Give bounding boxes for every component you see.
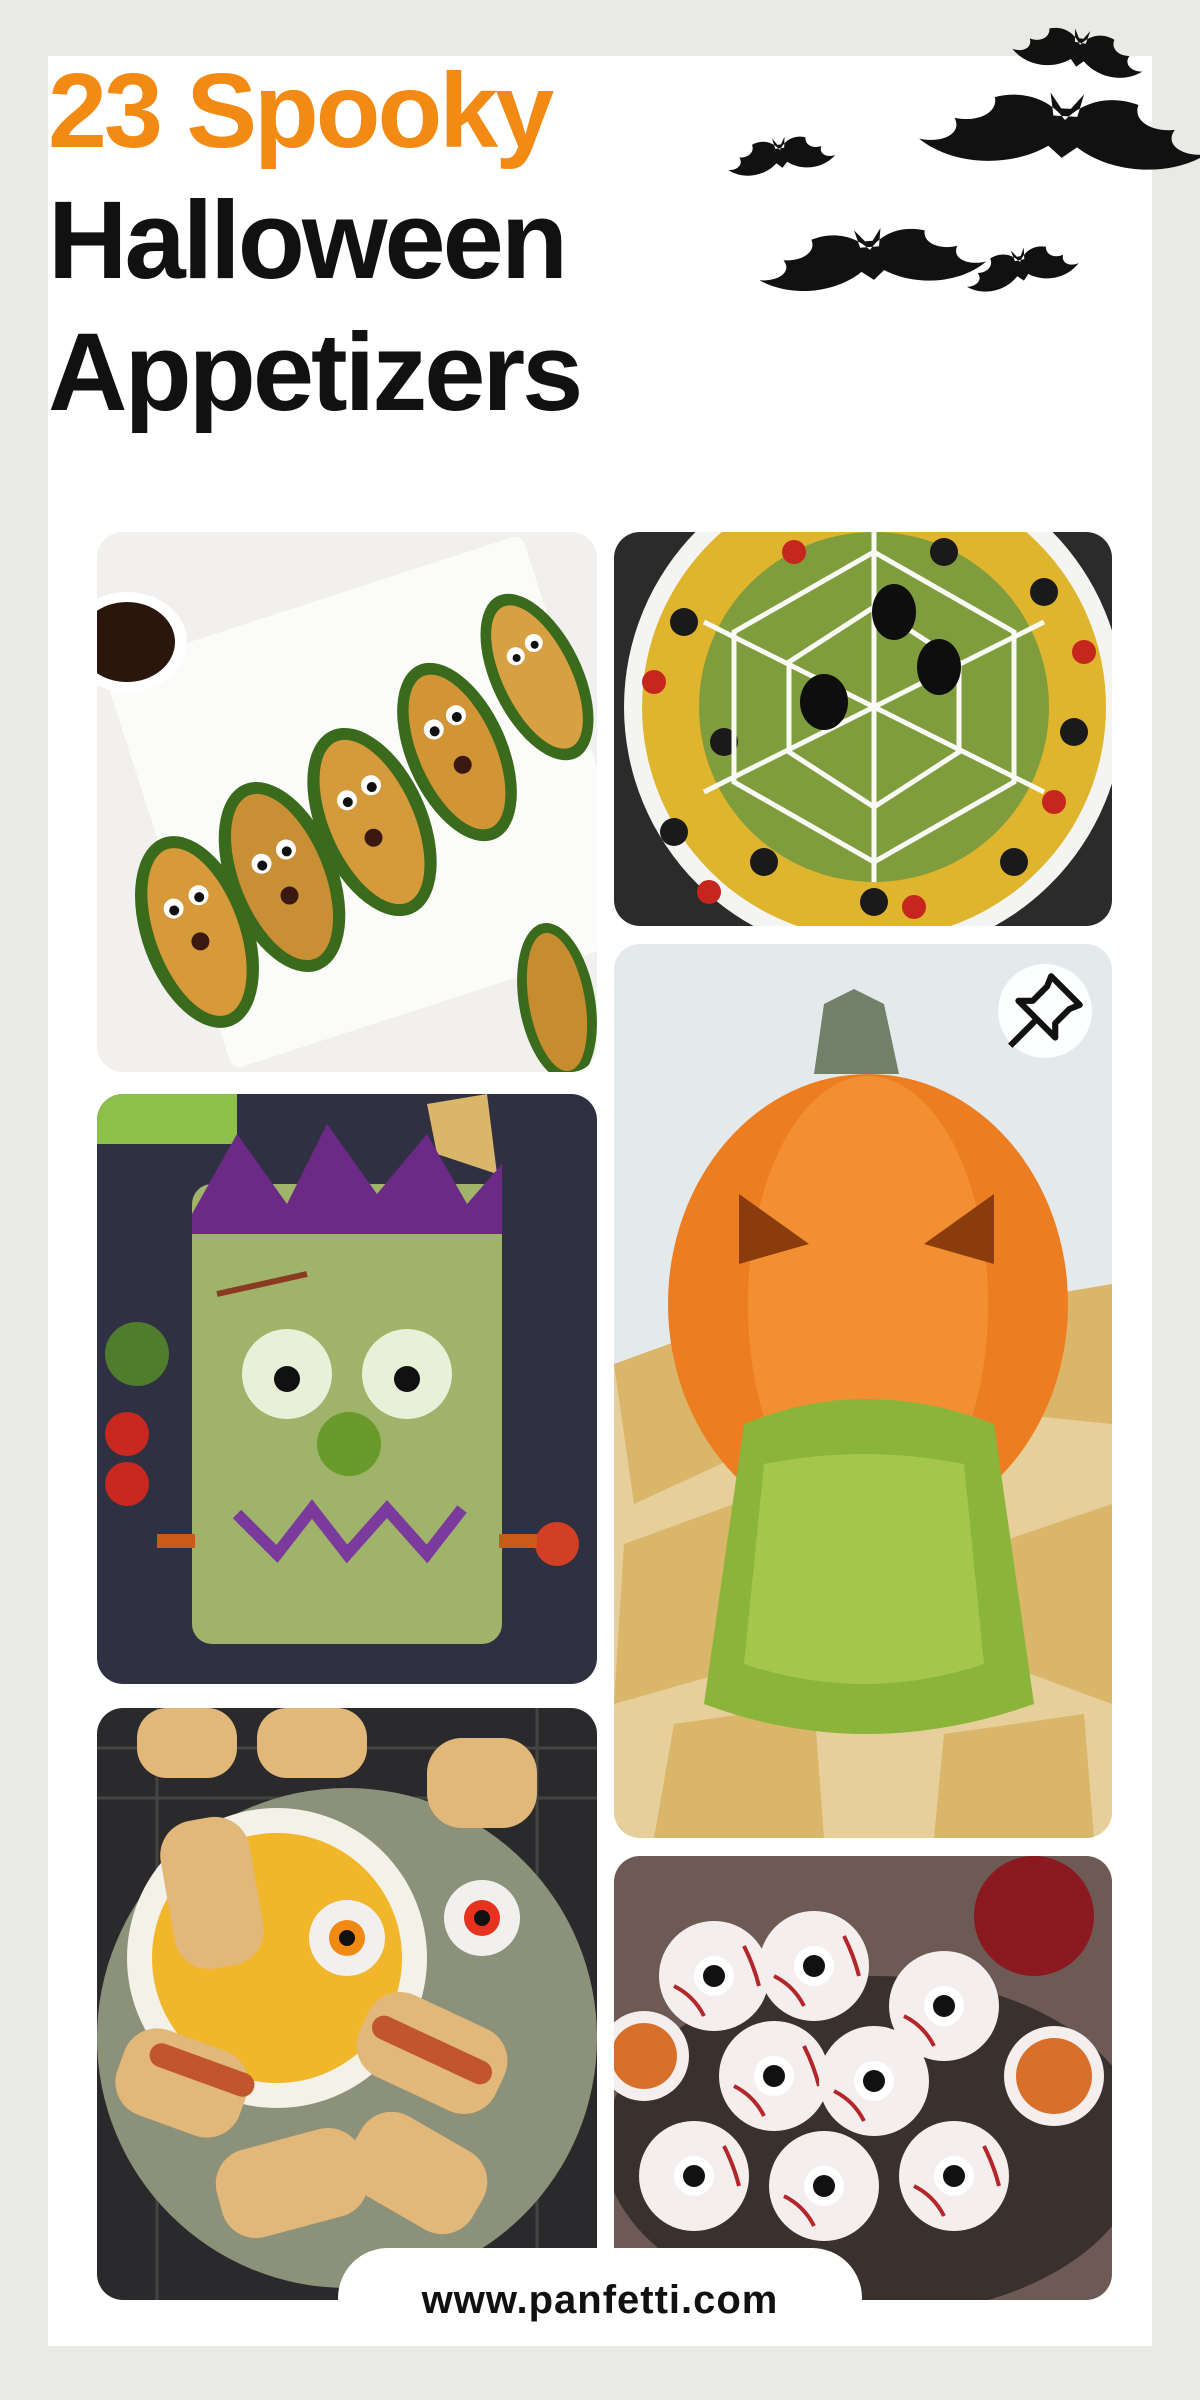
page-title: 23 Spooky Halloween Appetizers (48, 52, 583, 434)
mummy-dogs-cheese-dip-photo[interactable] (97, 1708, 597, 2300)
puking-pumpkin-guacamole-photo[interactable] (614, 944, 1112, 1838)
title-line-3: Appetizers (48, 311, 583, 434)
website-badge[interactable]: www.panfetti.com (338, 2248, 862, 2346)
bats-decoration (724, 18, 1200, 296)
bat-icon (1010, 18, 1148, 83)
jalapeno-poppers-photo[interactable] (97, 532, 597, 1072)
bat-icon (917, 85, 1200, 173)
spiderweb-taco-dip-photo[interactable] (614, 532, 1112, 926)
pin-button[interactable] (998, 964, 1092, 1058)
frankenstein-guacamole-photo[interactable] (97, 1094, 597, 1684)
bat-icon (724, 130, 837, 179)
website-url[interactable]: www.panfetti.com (422, 2278, 779, 2323)
bat-icon (753, 219, 989, 295)
title-line-2: Halloween (48, 179, 568, 302)
eyeball-cake-balls-photo[interactable] (614, 1856, 1112, 2300)
pushpin-icon (1008, 973, 1083, 1048)
title-line-1: 23 Spooky (48, 52, 554, 170)
